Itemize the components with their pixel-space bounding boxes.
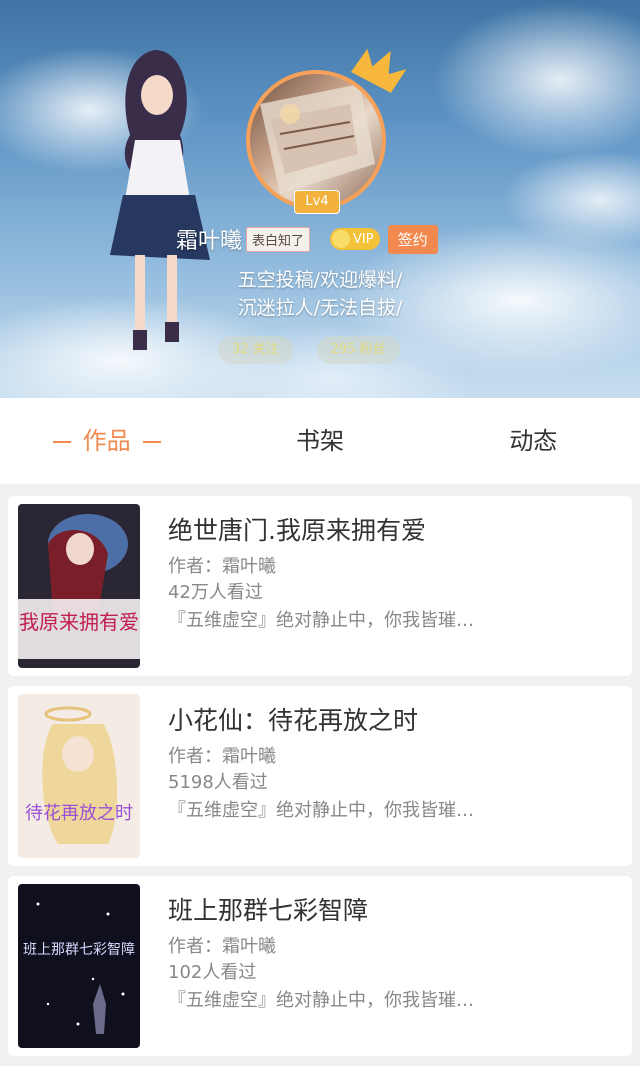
bio: 五空投稿/欢迎爆料/ 沉迷拉人/无法自拔/ — [0, 266, 640, 322]
book-info: 班上那群七彩智障 作者：霜叶曦 102人看过 『五维虚空』绝对静止中，你我皆璀… — [168, 894, 622, 1016]
book-card[interactable]: 我原来拥有爱 绝世唐门.我原来拥有爱 作者：霜叶曦 42万人看过 『五维虚空』绝… — [8, 496, 632, 676]
cover-illustration: 待花再放之时 — [18, 694, 140, 858]
title-tag: 表白知了 — [246, 226, 311, 252]
book-author: 作者：霜叶曦 — [168, 746, 276, 767]
avatar-container[interactable]: Lv4 — [246, 48, 407, 218]
profile-header: Lv4 霜叶曦 表白知了 VIP 签约 五空投稿/欢迎爆料/ 沉迷拉人/无法自拔… — [0, 0, 640, 398]
cover-title-text: 班上那群七彩智障 — [23, 942, 135, 958]
tab-indicator-left — [52, 441, 71, 443]
book-info: 绝世唐门.我原来拥有爱 作者：霜叶曦 42万人看过 『五维虚空』绝对静止中，你我… — [168, 514, 622, 636]
tab-works[interactable]: 作品 — [0, 398, 213, 484]
book-views: 42万人看过 — [168, 582, 263, 603]
tab-bookshelf[interactable]: 书架 — [213, 398, 426, 484]
book-cover[interactable]: 我原来拥有爱 — [18, 504, 140, 668]
book-list: 我原来拥有爱 绝世唐门.我原来拥有爱 作者：霜叶曦 42万人看过 『五维虚空』绝… — [8, 496, 632, 1066]
fans-count[interactable]: 295 粉丝 — [316, 336, 400, 364]
book-description: 『五维虚空』绝对静止中，你我皆璀… — [168, 990, 474, 1011]
book-description: 『五维虚空』绝对静止中，你我皆璀… — [168, 610, 474, 631]
name-row: 霜叶曦 表白知了 VIP 签约 — [176, 222, 438, 256]
crown-icon — [351, 48, 407, 93]
tab-bookshelf-label: 书架 — [295, 427, 344, 455]
bio-line-2: 沉迷拉人/无法自拔/ — [237, 297, 403, 319]
vip-crown-icon — [332, 230, 351, 248]
book-title[interactable]: 绝世唐门.我原来拥有爱 — [168, 514, 622, 548]
book-views: 5198人看过 — [168, 772, 268, 793]
book-info: 小花仙：待花再放之时 作者：霜叶曦 5198人看过 『五维虚空』绝对静止中，你我… — [168, 704, 622, 826]
book-title[interactable]: 班上那群七彩智障 — [168, 894, 622, 928]
signed-badge: 签约 — [387, 224, 438, 254]
book-card[interactable]: 待花再放之时 小花仙：待花再放之时 作者：霜叶曦 5198人看过 『五维虚空』绝… — [8, 686, 632, 866]
stats-row: 32 关注 295 粉丝 — [218, 336, 424, 364]
username: 霜叶曦 — [176, 229, 243, 254]
tab-works-label: 作品 — [82, 427, 131, 455]
cover-illustration: 班上那群七彩智障 — [18, 884, 140, 1048]
book-card[interactable]: 班上那群七彩智障 班上那群七彩智障 作者：霜叶曦 102人看过 『五维虚空』绝对… — [8, 876, 632, 1056]
book-cover[interactable]: 待花再放之时 — [18, 694, 140, 858]
cover-title-text: 待花再放之时 — [25, 803, 133, 824]
tab-activity-label: 动态 — [509, 427, 558, 455]
tab-bar: 作品 书架 动态 — [0, 398, 640, 484]
cover-illustration: 我原来拥有爱 — [18, 504, 140, 668]
following-count[interactable]: 32 关注 — [218, 336, 293, 364]
tab-activity[interactable]: 动态 — [427, 398, 640, 484]
book-description: 『五维虚空』绝对静止中，你我皆璀… — [168, 800, 474, 821]
vip-label: VIP — [353, 231, 374, 247]
level-badge: Lv4 — [294, 190, 340, 214]
book-cover[interactable]: 班上那群七彩智障 — [18, 884, 140, 1048]
book-author: 作者：霜叶曦 — [168, 556, 276, 577]
book-title[interactable]: 小花仙：待花再放之时 — [168, 704, 622, 738]
book-views: 102人看过 — [168, 962, 257, 983]
vip-badge[interactable]: VIP — [330, 228, 380, 250]
tab-indicator-right — [142, 441, 161, 443]
book-author: 作者：霜叶曦 — [168, 936, 276, 957]
cover-title-text: 我原来拥有爱 — [19, 610, 139, 634]
bio-line-1: 五空投稿/欢迎爆料/ — [237, 269, 403, 291]
